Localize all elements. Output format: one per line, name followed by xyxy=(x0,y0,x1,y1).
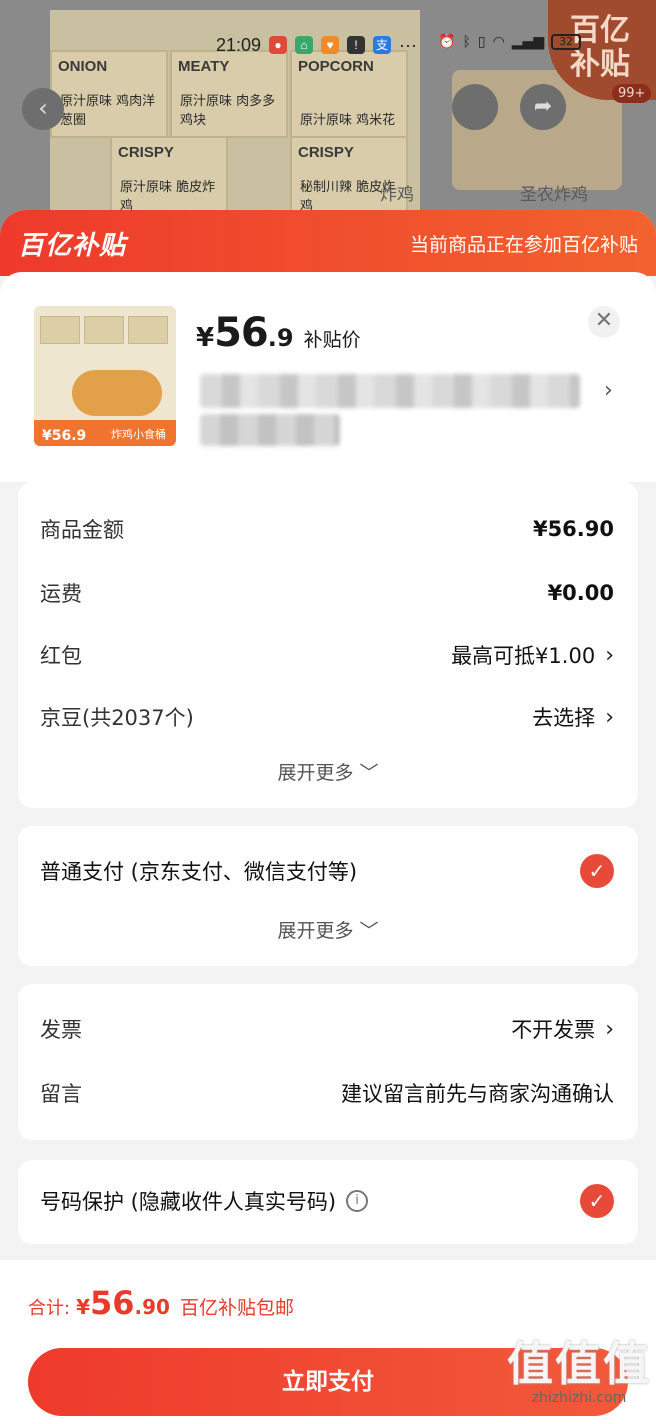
site-watermark: 值值值 zhizhizhi.com xyxy=(507,1337,651,1406)
app-notification-icon: ● xyxy=(269,36,288,54)
order-summary-card: 商品金额 ¥56.90 运费 ¥0.00 红包 最高可抵¥1.00 › 京豆(共2… xyxy=(18,482,638,808)
favorite-icon[interactable] xyxy=(452,84,498,130)
more-notifications-icon: ··· xyxy=(399,34,418,55)
chevron-right-icon: › xyxy=(605,704,614,730)
message-row[interactable]: 留言 建议留言前先与商家沟通确认 xyxy=(40,1078,614,1108)
total-label: 合计: xyxy=(28,1298,71,1319)
thumb-tag-text: 炸鸡小食桶 xyxy=(111,428,166,441)
free-shipping-note: 百亿补贴包邮 xyxy=(179,1297,294,1319)
subsidy-price: ¥ 56 .9 补贴价 xyxy=(196,310,361,356)
subsidy-logo: 百亿补贴 xyxy=(18,230,127,261)
freight-row: 运费 ¥0.00 xyxy=(40,581,614,606)
subsidy-banner: 百亿补贴 当前商品正在参加百亿补贴 xyxy=(0,210,656,276)
payment-option-normal[interactable]: 普通支付 (京东支付、微信支付等) ✓ xyxy=(40,854,614,888)
product-title-blurred xyxy=(200,374,580,408)
product-thumbnail: ¥56.9 炸鸡小食桶 xyxy=(34,306,176,446)
checkout-sheet: 百亿补贴 当前商品正在参加百亿补贴 ¥56.9 炸鸡小食桶 ¥ 56 .9 补贴… xyxy=(0,210,656,1424)
back-arrow-icon[interactable]: ‹ xyxy=(22,88,64,130)
chevron-right-icon: › xyxy=(605,1016,614,1042)
bg-caption: 圣农炸鸡 xyxy=(520,185,588,205)
chevron-right-icon[interactable]: › xyxy=(604,378,613,403)
notification-count-badge: 99+ xyxy=(612,84,652,103)
goods-amount-row: 商品金额 ¥56.90 xyxy=(40,517,614,542)
red-packet-row[interactable]: 红包 最高可抵¥1.00 › xyxy=(40,640,614,670)
invoice-message-card: 发票 不开发票 › 留言 建议留言前先与商家沟通确认 xyxy=(18,984,638,1140)
chevron-down-icon: ﹀ xyxy=(359,920,379,942)
product-summary[interactable]: ¥56.9 炸鸡小食桶 ¥ 56 .9 补贴价 ✕ › xyxy=(0,272,656,482)
payment-expand-more-button[interactable]: 展开更多 ﹀ xyxy=(18,916,638,943)
number-protection-card: 号码保护 (隐藏收件人真实号码) i ✓ xyxy=(18,1160,638,1244)
expand-more-button[interactable]: 展开更多 ﹀ xyxy=(18,758,638,785)
product-box-popcorn: POPCORN 原汁原味 鸡米花 xyxy=(290,50,408,138)
checkmark-icon[interactable]: ✓ xyxy=(580,1184,614,1218)
signal-icon: ▂▄▆ xyxy=(511,34,545,50)
status-bar: 21:09 ● ⌂ ♥ ! 支 ··· xyxy=(216,32,417,58)
alipay-notification-icon: 支 xyxy=(373,36,392,54)
invoice-row[interactable]: 发票 不开发票 › xyxy=(40,1014,614,1044)
status-bar-right: ⏰ ᛒ ▯ ◠ ▂▄▆ 32 xyxy=(438,34,582,50)
bluetooth-icon: ᛒ xyxy=(462,34,471,50)
payment-method-card: 普通支付 (京东支付、微信支付等) ✓ 展开更多 ﹀ xyxy=(18,826,638,966)
shield-notification-icon: ♥ xyxy=(321,36,340,54)
close-icon[interactable]: ✕ xyxy=(588,306,620,338)
wifi-icon: ◠ xyxy=(492,34,505,50)
battery-alert-icon: ! xyxy=(347,36,366,54)
price-label: 补贴价 xyxy=(303,329,361,351)
chevron-down-icon: ﹀ xyxy=(359,762,379,784)
product-spec-blurred xyxy=(200,414,340,446)
fried-chicken-image xyxy=(72,370,162,416)
vibrate-icon: ▯ xyxy=(477,34,486,50)
home-notification-icon: ⌂ xyxy=(295,36,314,54)
bg-caption-left: 炸鸡 xyxy=(380,185,414,205)
chevron-right-icon: › xyxy=(605,642,614,668)
product-box-meaty: MEATY 原汁原味 肉多多鸡块 xyxy=(170,50,288,138)
jingdou-row[interactable]: 京豆(共2037个) 去选择 › xyxy=(40,702,614,732)
info-icon[interactable]: i xyxy=(346,1190,369,1212)
status-time: 21:09 xyxy=(216,34,262,55)
total-amount: 合计: ¥ 56 .90 百亿补贴包邮 xyxy=(28,1284,294,1322)
share-icon[interactable]: ➦ xyxy=(520,84,566,130)
product-box-onion: ONION 原汁原味 鸡肉洋葱圈 xyxy=(50,50,168,138)
thumb-price: ¥56.9 xyxy=(42,428,87,444)
checkmark-icon[interactable]: ✓ xyxy=(580,854,614,888)
number-protection-row[interactable]: 号码保护 (隐藏收件人真实号码) i ✓ xyxy=(40,1184,614,1218)
alarm-icon: ⏰ xyxy=(438,34,456,50)
subsidy-banner-note: 当前商品正在参加百亿补贴 xyxy=(409,233,638,256)
message-input[interactable]: 建议留言前先与商家沟通确认 xyxy=(341,1078,614,1108)
battery-icon: 32 xyxy=(551,34,582,50)
